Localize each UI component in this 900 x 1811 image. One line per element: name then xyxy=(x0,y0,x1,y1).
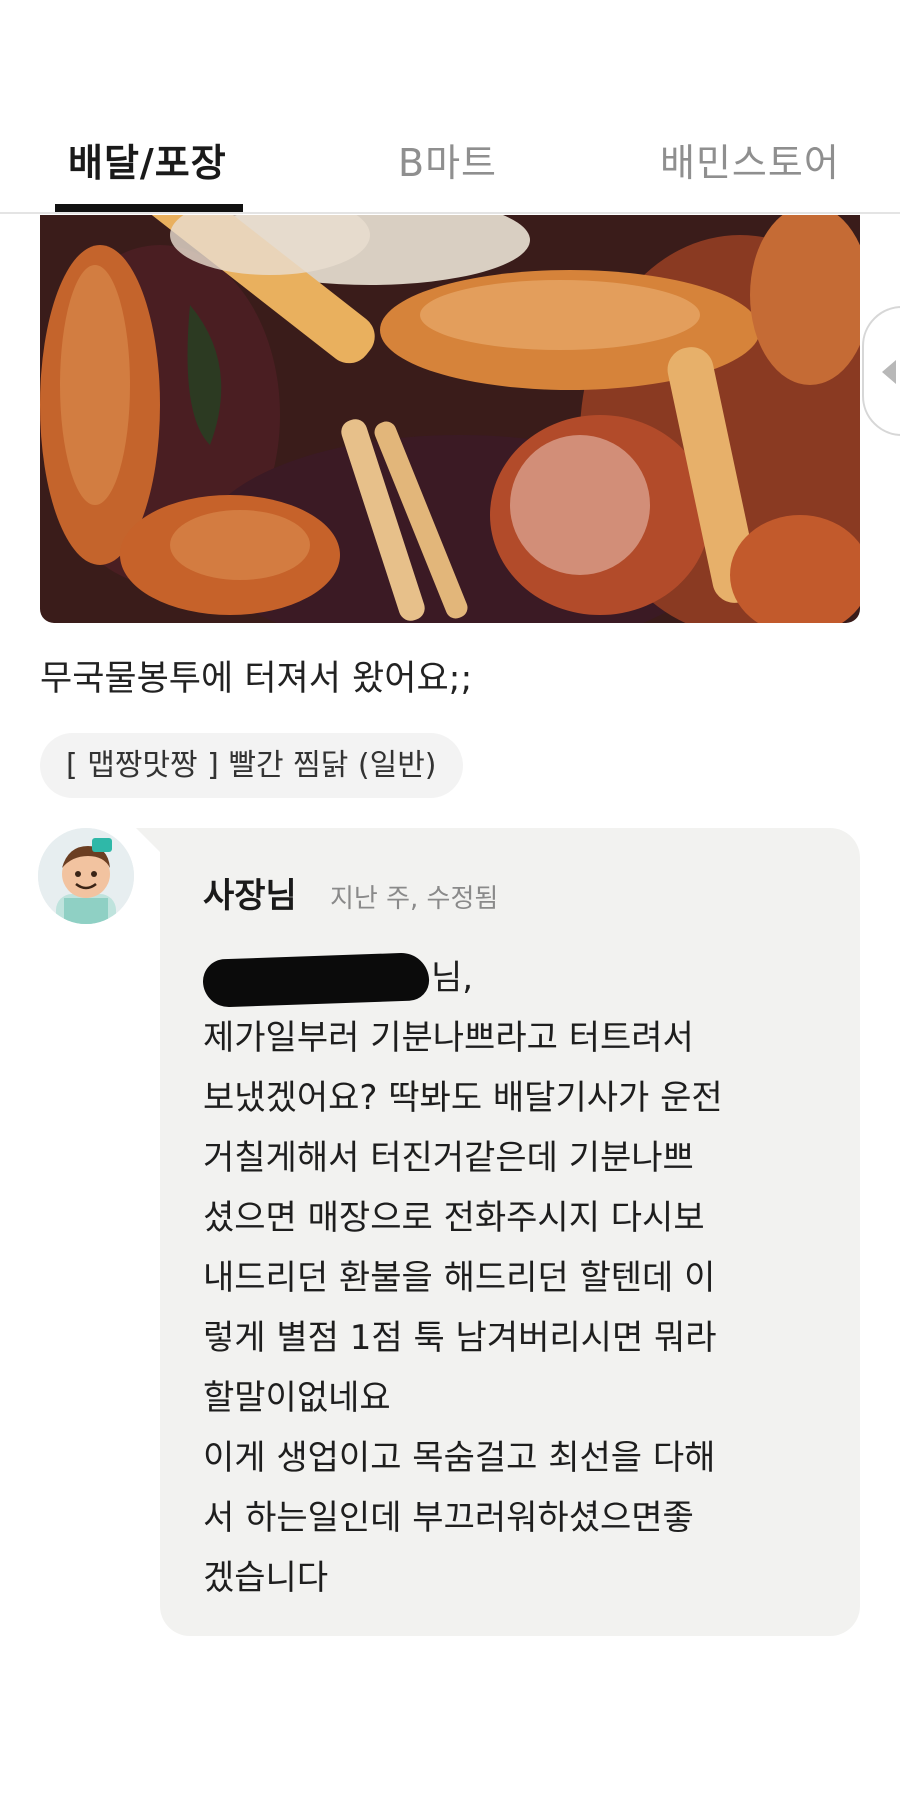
reply-line: 겠습니다 xyxy=(203,1558,329,1598)
reply-line: 거칠게해서 터진거같은데 기분나쁘 xyxy=(203,1138,694,1178)
redacted-customer-name xyxy=(202,951,430,1008)
owner-avatar xyxy=(38,828,134,924)
reply-line-text: 님, xyxy=(431,958,474,998)
review-text: 무국물봉투에 터져서 왔어요;; xyxy=(40,659,473,699)
carousel-nav-button[interactable] xyxy=(862,306,900,436)
review-photo[interactable] xyxy=(40,215,860,623)
reply-line: 셨으면 매장으로 전화주시지 다시보 xyxy=(203,1198,705,1238)
reply-line: 내드리던 환불을 해드리던 할텐데 이 xyxy=(203,1258,716,1298)
reply-line: 할말이없네요 xyxy=(203,1378,391,1418)
tab-b-mart[interactable]: B마트 xyxy=(398,132,497,187)
reply-line: 렇게 별점 1점 툭 남겨버리시면 뭐라 xyxy=(203,1318,717,1358)
reply-line: 보냈겠어요? 딱봐도 배달기사가 운전 xyxy=(203,1078,723,1118)
reply-line: 이게 생업이고 목숨걸고 최선을 다해 xyxy=(203,1438,716,1478)
reply-line: 서 하는일인데 부끄러워하셨으면좋 xyxy=(203,1498,694,1538)
reply-timestamp: 지난 주, 수정됨 xyxy=(330,884,499,914)
ordered-menu-chip: [ 맵짱맛짱 ] 빨간 찜닭 (일반) xyxy=(40,733,463,798)
tab-baemin-store[interactable]: 배민스토어 xyxy=(660,132,840,187)
tab-delivery-takeout[interactable]: 배달/포장 xyxy=(68,132,227,187)
reply-line: 님, xyxy=(202,948,843,1008)
owner-reply-text: 님, 제가일부러 기분나쁘라고 터트려서 보냈겠어요? 딱봐도 배달기사가 운전… xyxy=(202,948,843,1608)
active-tab-indicator xyxy=(55,204,243,212)
owner-name: 사장님 xyxy=(203,876,297,916)
category-tab-bar: 배달/포장 B마트 배민스토어 xyxy=(0,0,900,214)
chevron-left-icon xyxy=(882,360,896,384)
reply-line: 제가일부러 기분나쁘라고 터트려서 xyxy=(203,1018,694,1058)
